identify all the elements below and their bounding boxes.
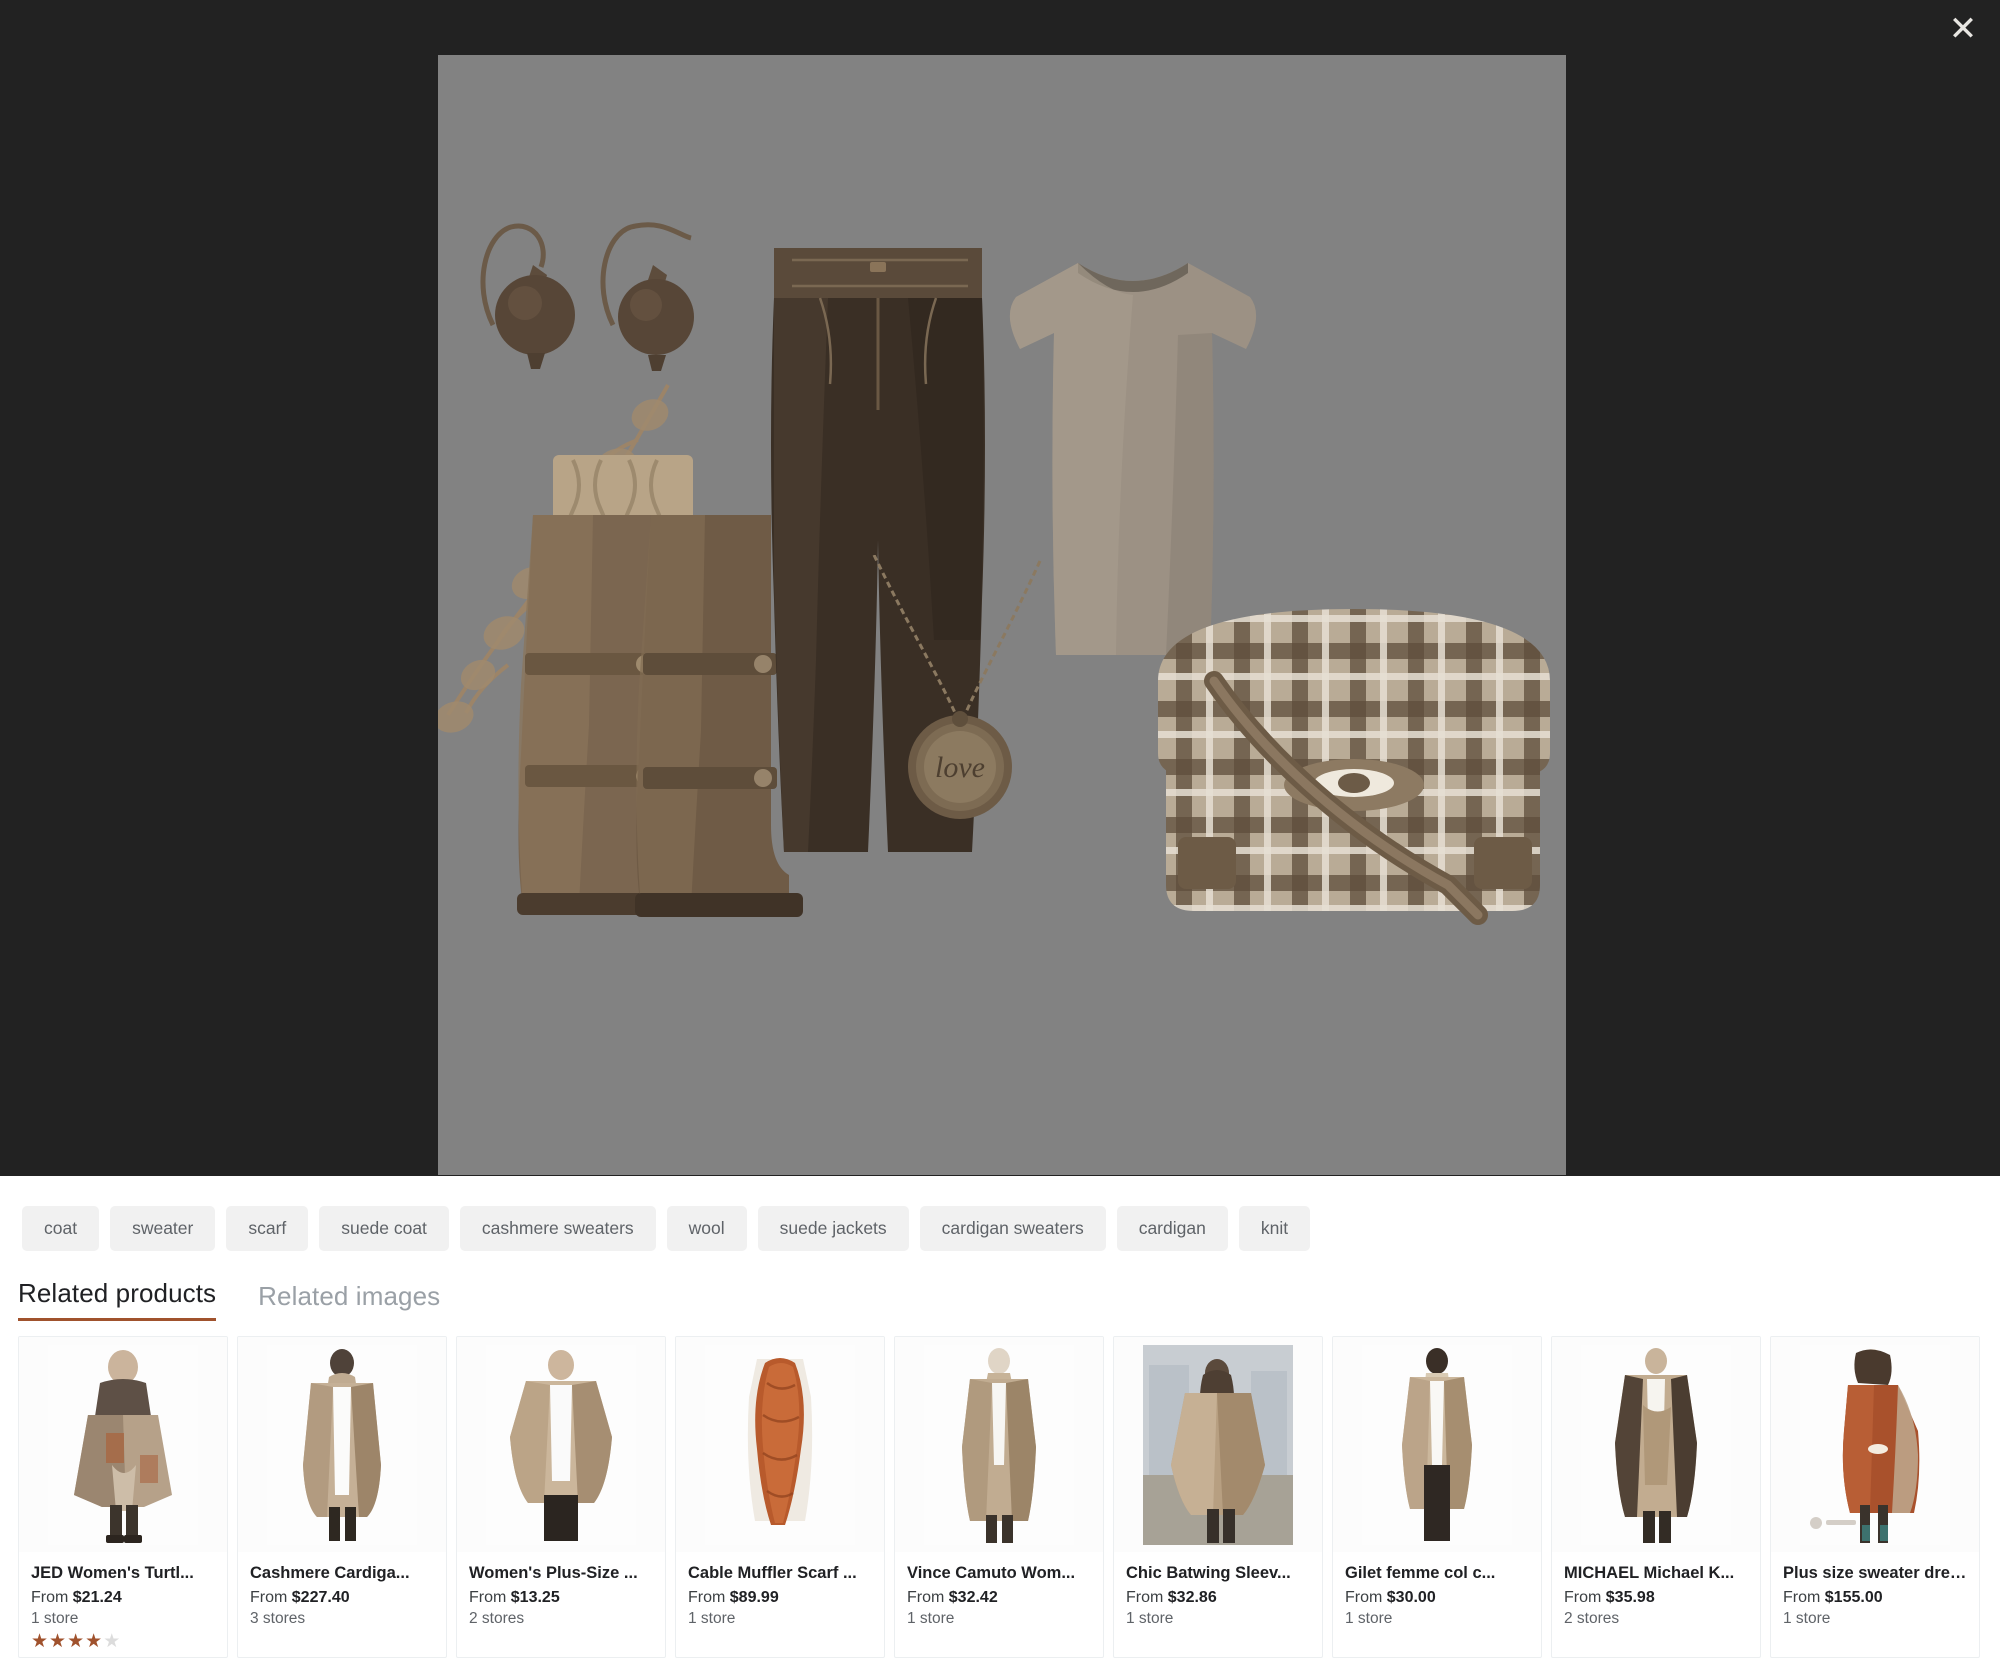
product-thumbnail[interactable] xyxy=(1114,1337,1322,1552)
tag-chip[interactable]: scarf xyxy=(226,1206,308,1251)
tag-chip[interactable]: cashmere sweaters xyxy=(460,1206,656,1251)
product-price: From $35.98 xyxy=(1564,1589,1748,1607)
product-rating-stars: ★★★★★ xyxy=(31,1632,215,1651)
product-store-count: 1 store xyxy=(688,1610,872,1628)
collage-bag xyxy=(1118,585,1566,935)
product-store-count: 1 store xyxy=(907,1610,1091,1628)
product-price-prefix: From xyxy=(31,1589,68,1606)
product-title[interactable]: Plus size sweater dress Tu... xyxy=(1783,1563,1967,1584)
product-price-amount: $155.00 xyxy=(1825,1589,1883,1606)
product-card[interactable]: Vince Camuto Wom... From $32.42 1 store xyxy=(894,1336,1104,1658)
image-viewer-overlay: ✕ xyxy=(0,0,2000,1176)
product-thumbnail[interactable] xyxy=(19,1337,227,1552)
product-card[interactable]: Chic Batwing Sleev... From $32.86 1 store xyxy=(1113,1336,1323,1658)
product-info: Chic Batwing Sleev... From $32.86 1 store xyxy=(1114,1552,1322,1628)
product-price: From $89.99 xyxy=(688,1589,872,1607)
product-title[interactable]: Vince Camuto Wom... xyxy=(907,1563,1091,1584)
product-title[interactable]: Women's Plus-Size ... xyxy=(469,1563,653,1584)
product-price: From $227.40 xyxy=(250,1589,434,1607)
main-image[interactable]: love xyxy=(438,55,1566,1175)
product-price: From $30.00 xyxy=(1345,1589,1529,1607)
product-info: JED Women's Turtl... From $21.24 1 store ★★… xyxy=(19,1552,227,1651)
product-thumbnail[interactable] xyxy=(676,1337,884,1552)
tag-chip[interactable]: suede coat xyxy=(319,1206,449,1251)
product-price-amount: $30.00 xyxy=(1387,1589,1436,1606)
product-price-prefix: From xyxy=(1345,1589,1382,1606)
tab-related-images[interactable]: Related images xyxy=(258,1281,440,1321)
product-card[interactable]: Cashmere Cardiga... From $227.40 3 stores xyxy=(237,1336,447,1658)
tag-chip[interactable]: wool xyxy=(667,1206,747,1251)
tab-related-products[interactable]: Related products xyxy=(18,1278,216,1321)
product-info: Cashmere Cardiga... From $227.40 3 stores xyxy=(238,1552,446,1628)
product-price-prefix: From xyxy=(250,1589,287,1606)
product-price: From $13.25 xyxy=(469,1589,653,1607)
product-price-prefix: From xyxy=(907,1589,944,1606)
product-price: From $32.42 xyxy=(907,1589,1091,1607)
product-store-count: 3 stores xyxy=(250,1610,434,1628)
tag-chip[interactable]: sweater xyxy=(110,1206,215,1251)
product-price-amount: $35.98 xyxy=(1606,1589,1655,1606)
product-thumbnail[interactable] xyxy=(1771,1337,1979,1552)
product-price-amount: $227.40 xyxy=(292,1589,350,1606)
product-info: MICHAEL Michael K... From $35.98 2 stores xyxy=(1552,1552,1760,1628)
tab-bar: Related products Related images xyxy=(0,1251,2000,1321)
product-card[interactable]: MICHAEL Michael K... From $35.98 2 stores xyxy=(1551,1336,1761,1658)
product-store-count: 1 store xyxy=(1126,1610,1310,1628)
product-price-prefix: From xyxy=(1126,1589,1163,1606)
tag-chip[interactable]: coat xyxy=(22,1206,99,1251)
results-panel: coatsweaterscarfsuede coatcashmere sweat… xyxy=(0,1176,2000,1672)
svg-text:love: love xyxy=(935,751,985,784)
product-thumbnail[interactable] xyxy=(457,1337,665,1552)
tag-chip[interactable]: cardigan sweaters xyxy=(920,1206,1106,1251)
product-store-count: 2 stores xyxy=(469,1610,653,1628)
product-title[interactable]: Cashmere Cardiga... xyxy=(250,1563,434,1584)
product-price-amount: $13.25 xyxy=(511,1589,560,1606)
product-thumbnail[interactable] xyxy=(238,1337,446,1552)
product-store-count: 1 store xyxy=(1345,1610,1529,1628)
product-info: Plus size sweater dress Tu... From $155.0… xyxy=(1771,1552,1979,1628)
product-store-count: 1 store xyxy=(1783,1610,1967,1628)
product-thumbnail[interactable] xyxy=(1552,1337,1760,1552)
product-info: Gilet femme col c... From $30.00 1 store xyxy=(1333,1552,1541,1628)
tag-chip[interactable]: cardigan xyxy=(1117,1206,1228,1251)
product-title[interactable]: MICHAEL Michael K... xyxy=(1564,1563,1748,1584)
product-price-amount: $32.86 xyxy=(1168,1589,1217,1606)
product-title[interactable]: Cable Muffler Scarf ... xyxy=(688,1563,872,1584)
product-price-amount: $32.42 xyxy=(949,1589,998,1606)
tag-chip[interactable]: suede jackets xyxy=(758,1206,909,1251)
product-store-count: 1 store xyxy=(31,1610,215,1628)
product-price: From $155.00 xyxy=(1783,1589,1967,1607)
product-title[interactable]: JED Women's Turtl... xyxy=(31,1563,215,1584)
product-title[interactable]: Chic Batwing Sleev... xyxy=(1126,1563,1310,1584)
tag-chip-list: coatsweaterscarfsuede coatcashmere sweat… xyxy=(0,1176,2000,1251)
product-thumbnail[interactable] xyxy=(1333,1337,1541,1552)
product-store-count: 2 stores xyxy=(1564,1610,1748,1628)
product-title[interactable]: Gilet femme col c... xyxy=(1345,1563,1529,1584)
product-price: From $21.24 xyxy=(31,1589,215,1607)
collage-necklace: love xyxy=(868,555,1048,835)
product-card[interactable]: Gilet femme col c... From $30.00 1 store xyxy=(1332,1336,1542,1658)
product-info: Vince Camuto Wom... From $32.42 1 store xyxy=(895,1552,1103,1628)
product-info: Cable Muffler Scarf ... From $89.99 1 stor… xyxy=(676,1552,884,1628)
close-icon[interactable]: ✕ xyxy=(1940,6,1986,52)
product-price: From $32.86 xyxy=(1126,1589,1310,1607)
product-thumbnail[interactable] xyxy=(895,1337,1103,1552)
product-price-prefix: From xyxy=(1783,1589,1820,1606)
product-price-prefix: From xyxy=(1564,1589,1601,1606)
tag-chip[interactable]: knit xyxy=(1239,1206,1310,1251)
product-price-amount: $89.99 xyxy=(730,1589,779,1606)
product-card[interactable]: Women's Plus-Size ... From $13.25 2 stores xyxy=(456,1336,666,1658)
product-card[interactable]: Cable Muffler Scarf ... From $89.99 1 stor… xyxy=(675,1336,885,1658)
product-card[interactable]: JED Women's Turtl... From $21.24 1 store ★★… xyxy=(18,1336,228,1658)
related-products-strip[interactable]: JED Women's Turtl... From $21.24 1 store ★★… xyxy=(0,1321,2000,1658)
product-card[interactable]: Plus size sweater dress Tu... From $155.0… xyxy=(1770,1336,1980,1658)
product-price-amount: $21.24 xyxy=(73,1589,122,1606)
product-price-prefix: From xyxy=(469,1589,506,1606)
product-info: Women's Plus-Size ... From $13.25 2 stores xyxy=(457,1552,665,1628)
product-price-prefix: From xyxy=(688,1589,725,1606)
